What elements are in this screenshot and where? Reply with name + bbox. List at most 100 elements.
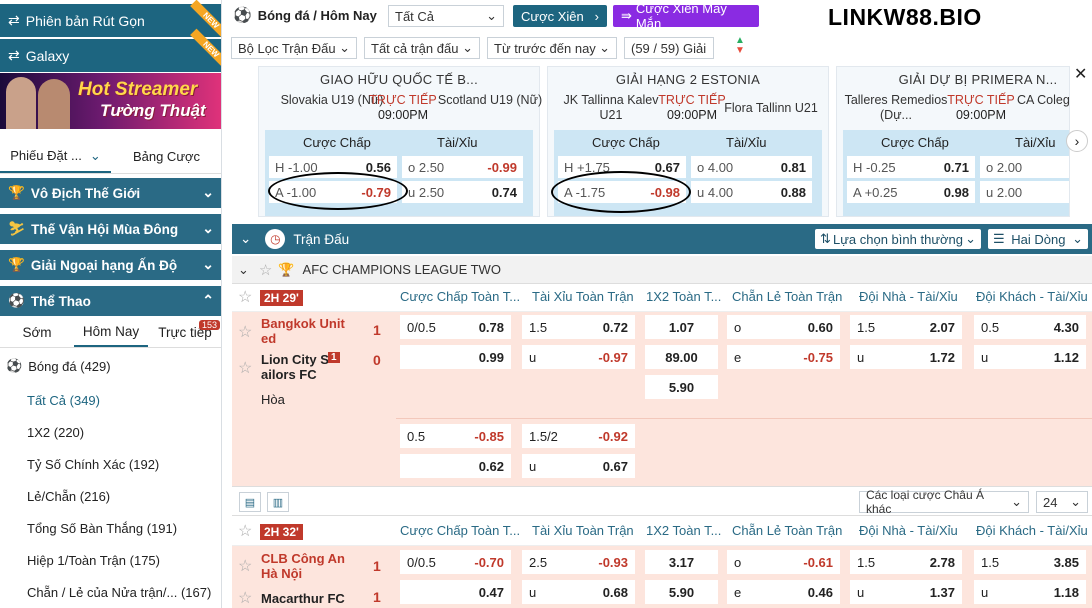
star-icon[interactable]: ☆: [238, 358, 252, 378]
odds-cell[interactable]: 1.5/2 -0.92: [522, 424, 635, 448]
sort-toggle[interactable]: ▲ ▼: [728, 36, 752, 60]
hot-streamer-banner[interactable]: Hot Streamer Tường Thuật: [0, 73, 221, 129]
tab-early-label: Sớm: [22, 325, 52, 340]
odds-cell[interactable]: o 0.60: [727, 315, 840, 339]
market-all[interactable]: Tất Cả (349): [0, 384, 221, 416]
odds-cell[interactable]: e 0.46: [727, 580, 840, 604]
market-1x2[interactable]: 1X2 (220): [0, 416, 221, 448]
odds-cell[interactable]: 3.17: [645, 550, 718, 574]
collapsed-version-button[interactable]: ⇄ Phiên bản Rút Gọn NEW: [0, 0, 221, 42]
odds-side: H: [564, 159, 574, 175]
odds-value: 0.99: [478, 349, 504, 365]
category-world-cup[interactable]: 🏆 Vô Địch Thế Giới ⌄: [0, 178, 221, 210]
page-size-select[interactable]: 24 ⌄: [1036, 491, 1088, 513]
odds-under[interactable]: u 4.00 0.88: [691, 181, 812, 203]
match-filter-select[interactable]: Bộ Lọc Trận Đấu ⌄: [231, 37, 357, 59]
odds-cell[interactable]: u 1.18: [974, 580, 1086, 604]
time-range-select[interactable]: Từ trước đến nay ⌄: [487, 37, 617, 59]
tab-bet-table-label: Bảng Cược: [132, 149, 201, 164]
lucky-parlay-button[interactable]: ⇛ Cược Xiên May Mắn: [613, 1, 759, 31]
row-mode-select[interactable]: ☰ Hai Dòng ⌄: [988, 229, 1088, 249]
close-icon[interactable]: ✕: [1074, 64, 1087, 84]
odds-cell[interactable]: 1.5 3.85: [974, 550, 1086, 574]
odds-cell[interactable]: e -0.75: [727, 345, 840, 369]
odds-cell[interactable]: 1.07: [645, 315, 718, 339]
star-icon[interactable]: ☆: [238, 556, 252, 576]
odds-cell[interactable]: 1.5 2.78: [850, 550, 962, 574]
view-mode-select[interactable]: ⇅ Lựa chọn bình thường ⌄: [815, 229, 981, 249]
odds-cell[interactable]: u 1.37: [850, 580, 962, 604]
star-icon[interactable]: ☆: [238, 322, 252, 342]
odds-cell[interactable]: u 1.12: [974, 345, 1086, 369]
tab-live[interactable]: Trực tiếp 153: [148, 318, 221, 347]
odds-cell[interactable]: 0/0.5 0.78: [400, 315, 511, 339]
odds-cell[interactable]: 0.5 -0.85: [400, 424, 511, 448]
chevron-down-icon: ⌄: [599, 40, 610, 55]
category-indian-super-league[interactable]: 🏆 Giải Ngoại hạng Ấn Độ ⌄: [0, 250, 221, 282]
league-header[interactable]: ⌄ ☆ 🏆 AFC CHAMPIONS LEAGUE TWO: [232, 256, 1092, 284]
odds-cell[interactable]: 0.99: [400, 345, 511, 369]
odds-under[interactable]: u 2.50 0.74: [402, 181, 523, 203]
odds-cell[interactable]: u 0.68: [522, 580, 635, 604]
featured-match-card[interactable]: GIẢI DỰ BỊ PRIMERA N... Talleres Remedio…: [836, 66, 1070, 217]
tab-today[interactable]: Hôm Nay: [74, 318, 148, 347]
odds-over[interactable]: o 4.00 0.81: [691, 156, 812, 178]
odds-cell[interactable]: 5.90: [645, 580, 718, 604]
tab-bet-table[interactable]: Bảng Cược: [111, 140, 221, 173]
odds-cell[interactable]: 0.62: [400, 454, 511, 478]
asian-market-select[interactable]: Các loại cược Châu Á khác ⌄: [859, 488, 1029, 516]
chevron-right-icon[interactable]: ›: [1066, 130, 1088, 152]
star-icon[interactable]: ☆: [259, 261, 272, 279]
sidebar: ⇄ Phiên bản Rút Gọn NEW ⇄ Galaxy NEW Hot…: [0, 0, 222, 608]
odds-cell[interactable]: 5.90: [645, 375, 718, 399]
market-correct-score[interactable]: Tỷ Số Chính Xác (192): [0, 448, 221, 480]
star-icon[interactable]: ☆: [238, 521, 252, 541]
sport-soccer[interactable]: ⚽ Bóng đá (429): [0, 350, 221, 382]
parlay-button[interactable]: Cược Xiên ›: [513, 5, 607, 27]
market-half-odd-even[interactable]: Chẵn / Lẻ của Nửa trận/... (167): [0, 576, 221, 608]
swap-icon: ⇄: [8, 47, 20, 63]
galaxy-button[interactable]: ⇄ Galaxy NEW: [0, 28, 221, 72]
odds-cell[interactable]: 0.47: [400, 580, 511, 604]
all-matches-select[interactable]: Tất cả trận đấu ⌄: [364, 37, 480, 59]
category-winter-olympics[interactable]: ⛷ Thế Vận Hội Mùa Đông ⌄: [0, 214, 221, 246]
odds-cell[interactable]: 1.5 2.07: [850, 315, 962, 339]
star-icon[interactable]: ☆: [238, 287, 252, 307]
odds-value: 0.98: [943, 184, 969, 200]
list-view-icon[interactable]: ▤: [239, 492, 261, 512]
odds-cell[interactable]: 89.00: [645, 345, 718, 369]
chevron-down-icon[interactable]: ⌄: [238, 262, 249, 278]
odds-cell[interactable]: 1.5 0.72: [522, 315, 635, 339]
odds-cell[interactable]: u -0.97: [522, 345, 635, 369]
odds-over[interactable]: o 2.50 -0.99: [402, 156, 523, 178]
odds-cell[interactable]: u 0.67: [522, 454, 635, 478]
odds-cell[interactable]: 0.5 4.30: [974, 315, 1086, 339]
chevron-down-icon: ⌄: [339, 40, 350, 55]
odds-cell[interactable]: o -0.61: [727, 550, 840, 574]
odds-away-handicap[interactable]: A +0.25 0.98: [847, 181, 975, 203]
odds-cell[interactable]: 0/0.5 -0.70: [400, 550, 511, 574]
category-sports[interactable]: ⚽ Thể Thao ⌃: [0, 286, 221, 318]
odds-line: 0.5: [981, 319, 1000, 335]
list-icon: ⇅: [820, 231, 831, 246]
odds-under[interactable]: u 2.00: [980, 181, 1069, 203]
star-icon[interactable]: ☆: [238, 588, 252, 608]
chevron-down-icon[interactable]: ⌄: [240, 231, 251, 247]
odds-value: 1.18: [1053, 584, 1079, 600]
all-matches-value: Tất cả trận đấu: [371, 40, 459, 56]
market-filter-select[interactable]: Tất Cả ⌄: [388, 5, 504, 27]
odds-over[interactable]: o 2.00: [980, 156, 1069, 178]
league-count[interactable]: (59 / 59) Giải: [624, 37, 714, 59]
handicap-header: Cược Chấp: [592, 135, 660, 150]
tab-bet-slip[interactable]: Phiếu Đặt ... ⌄: [0, 140, 111, 173]
tab-early[interactable]: Sớm: [0, 318, 74, 347]
handicap-header: Cược Chấp: [303, 135, 371, 150]
market-ht-ft[interactable]: Hiệp 1/Toàn Trận (175): [0, 544, 221, 576]
odds-cell[interactable]: u 1.72: [850, 345, 962, 369]
collapsed-version-label: Phiên bản Rút Gọn: [25, 12, 145, 29]
odds-cell[interactable]: 2.5 -0.93: [522, 550, 635, 574]
market-odd-even[interactable]: Lẻ/Chẵn (216): [0, 480, 221, 512]
odds-home-handicap[interactable]: H -0.25 0.71: [847, 156, 975, 178]
stats-icon[interactable]: ▥: [267, 492, 289, 512]
market-total-goals[interactable]: Tổng Số Bàn Thắng (191): [0, 512, 221, 544]
